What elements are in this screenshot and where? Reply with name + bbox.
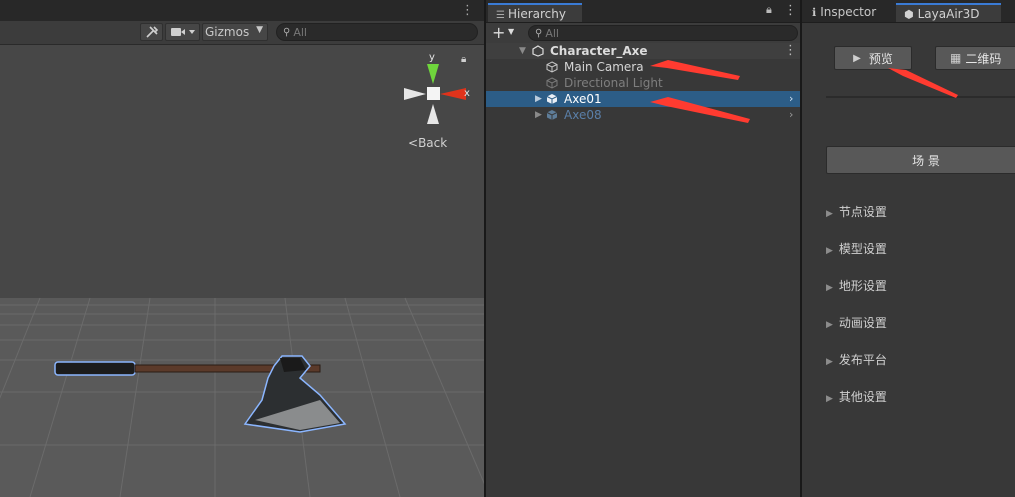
add-icon[interactable]: + [492, 23, 505, 42]
search-placeholder: All [545, 26, 559, 40]
hierarchy-item-directional-light[interactable]: Directional Light [486, 75, 800, 91]
unity-scene-icon [532, 45, 544, 57]
section-animation-settings[interactable]: ▶ 动画设置 [826, 315, 887, 331]
root-label: Character_Axe [550, 44, 648, 58]
gizmo-neg-x-cone[interactable] [404, 88, 426, 100]
expand-right-icon: ▶ [826, 357, 833, 367]
more-options-icon[interactable]: ⋮ [784, 3, 797, 18]
more-options-icon[interactable]: ⋮ [461, 3, 474, 18]
gizmos-dropdown[interactable]: Gizmos ▼ [202, 23, 268, 41]
search-placeholder: All [293, 25, 307, 39]
list-icon: ☰ [496, 10, 505, 21]
tab-inspector-label: Inspector [820, 5, 877, 19]
divider [826, 96, 1015, 98]
search-icon: ⚲ [535, 27, 543, 39]
section-label: 动画设置 [838, 316, 887, 330]
hierarchy-search-input[interactable]: ⚲ All [528, 25, 798, 41]
scene-label: 场 景 [912, 153, 940, 168]
expand-right-icon[interactable]: ▶ [535, 107, 542, 123]
expand-right-icon: ▶ [826, 209, 833, 219]
chevron-down-icon: ▼ [256, 25, 263, 35]
section-label: 其他设置 [838, 390, 887, 404]
hierarchy-item-axe08[interactable]: ▶ Axe08 › [486, 107, 800, 123]
section-label: 发布平台 [838, 353, 887, 367]
preview-label: 预览 [868, 51, 893, 66]
expand-right-icon: ▶ [826, 320, 833, 330]
gizmos-label: Gizmos [205, 25, 250, 39]
chevron-down-icon[interactable]: ▼ [508, 27, 514, 36]
info-icon: ℹ [812, 6, 817, 19]
scene-toolbar: Gizmos ▼ ⚲ All [0, 21, 484, 45]
gizmo-view-label: <Back [408, 136, 448, 150]
gizmo-y-label: y [429, 52, 435, 63]
section-label: 节点设置 [838, 205, 887, 219]
play-icon: ▶ [853, 52, 861, 64]
section-model-settings[interactable]: ▶ 模型设置 [826, 241, 887, 257]
section-label: 地形设置 [838, 279, 887, 293]
gameobject-icon [546, 77, 558, 89]
camera-icon [170, 28, 195, 36]
preview-button[interactable]: ▶ 预览 [834, 46, 912, 70]
scene-search-input[interactable]: ⚲ All [276, 23, 478, 41]
section-label: 模型设置 [838, 242, 887, 256]
prefab-icon [546, 110, 558, 120]
gizmo-x-label: x [464, 88, 470, 99]
camera-dropdown[interactable] [165, 23, 200, 41]
hierarchy-item-axe01[interactable]: ▶ Axe01 › [486, 91, 800, 107]
hierarchy-panel: ☰ Hierarchy 🔒︎ ⋮ + ▼ ⚲ All ▼ Character_Ax… [486, 0, 800, 497]
orientation-gizmo[interactable]: y x 🔒︎ <Back [400, 50, 480, 150]
expand-right-icon: ▶ [826, 246, 833, 256]
hierarchy-item-main-camera[interactable]: Main Camera [486, 59, 800, 75]
item-label: Axe01 [564, 92, 602, 106]
tab-inspector[interactable]: ℹ Inspector [804, 3, 892, 22]
item-label: Axe08 [564, 108, 602, 122]
expand-right-icon: ▶ [826, 394, 833, 404]
qrcode-icon: ▦ [950, 51, 962, 65]
prefab-icon [546, 94, 558, 104]
chevron-right-icon[interactable]: › [789, 107, 793, 123]
expand-right-icon[interactable]: ▶ [535, 91, 542, 107]
section-publish-platform[interactable]: ▶ 发布平台 [826, 352, 887, 368]
scene-button[interactable]: 场 景 [826, 146, 1015, 174]
inspector-tab-strip: ℹ Inspector ⬢ LayaAir3D [802, 0, 1015, 23]
hierarchy-tab-strip: ☰ Hierarchy 🔒︎ ⋮ [486, 0, 800, 23]
qrcode-label: 二维码 [965, 51, 1002, 66]
inspector-panel: ℹ Inspector ⬢ LayaAir3D ▶ 预览 ▦ 二维码 场 景 ▶ 节点设置… [802, 0, 1015, 497]
section-other-settings[interactable]: ▶ 其他设置 [826, 389, 887, 405]
search-icon: ⚲ [283, 26, 291, 38]
tab-layaair3d[interactable]: ⬢ LayaAir3D [896, 3, 1001, 22]
tools-icon[interactable] [140, 23, 163, 41]
unity-cube-icon: ⬢ [904, 8, 914, 21]
expand-down-icon[interactable]: ▼ [519, 43, 526, 59]
gameobject-icon [546, 61, 558, 73]
tab-layaair3d-label: LayaAir3D [917, 7, 980, 21]
section-node-settings[interactable]: ▶ 节点设置 [826, 204, 887, 220]
more-options-icon[interactable]: ⋮ [784, 43, 797, 59]
hierarchy-root-row[interactable]: ▼ Character_Axe ⋮ [486, 43, 800, 59]
gizmo-neg-y-cone[interactable] [427, 104, 439, 124]
chevron-right-icon[interactable]: › [789, 91, 793, 107]
tab-hierarchy[interactable]: ☰ Hierarchy [488, 3, 582, 22]
hierarchy-toolbar: + ▼ ⚲ All [486, 23, 800, 44]
expand-right-icon: ▶ [826, 283, 833, 293]
gizmo-x-cone[interactable] [440, 88, 466, 100]
lock-icon[interactable]: 🔒︎ [766, 3, 772, 17]
section-terrain-settings[interactable]: ▶ 地形设置 [826, 278, 887, 294]
gizmo-center-cube[interactable] [427, 87, 440, 100]
qrcode-button[interactable]: ▦ 二维码 [935, 46, 1015, 70]
item-label: Directional Light [564, 76, 663, 90]
item-label: Main Camera [564, 60, 644, 74]
lock-icon[interactable]: 🔒︎ [461, 54, 466, 65]
scene-view[interactable]: ⋮ Gizmos ▼ ⚲ All y x 🔒︎ <Back [0, 0, 484, 497]
scene-tab-strip: ⋮ [0, 0, 484, 22]
gizmo-y-cone[interactable] [427, 64, 439, 84]
tab-hierarchy-label: Hierarchy [507, 7, 566, 21]
